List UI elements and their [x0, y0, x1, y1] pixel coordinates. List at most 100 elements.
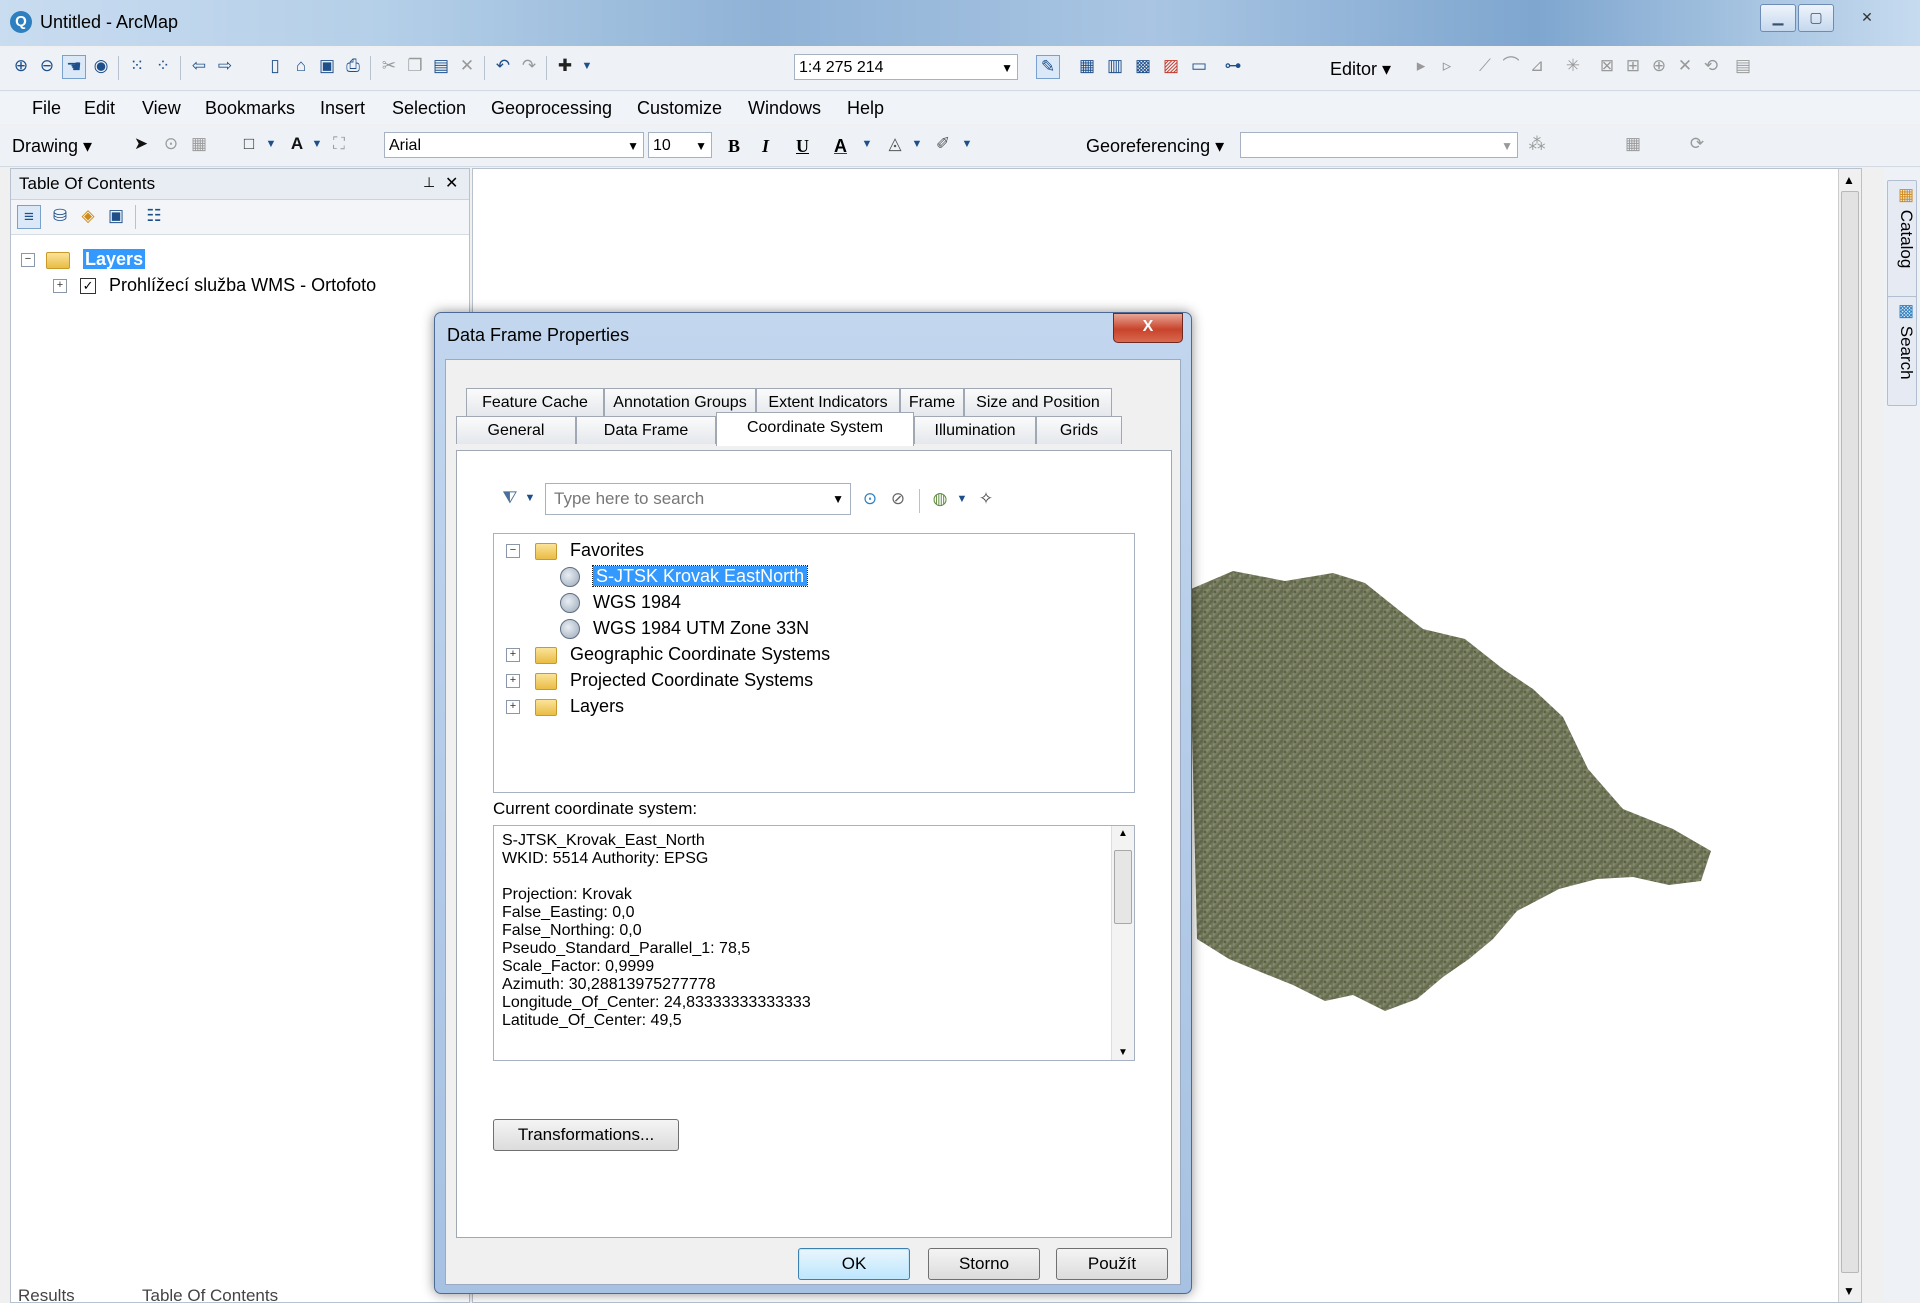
editor-toolbar-icon[interactable]: ✎ [1036, 55, 1060, 79]
zoom-out-icon[interactable]: ⊖ [36, 55, 58, 77]
add-data-icon[interactable]: ✚ [554, 55, 576, 77]
collapse-icon[interactable]: − [21, 253, 35, 268]
back-arrow-icon[interactable]: ⇦ [188, 55, 210, 77]
close-window-button[interactable]: ✕ [1836, 4, 1898, 32]
coordinate-search-input[interactable]: Type here to search ▼ [545, 483, 851, 515]
reshape-icon[interactable]: ⊞ [1622, 55, 1644, 77]
print-icon[interactable]: ⎙ [342, 55, 364, 77]
tree-geographic[interactable]: + Geographic Coordinate Systems [506, 642, 830, 666]
pin-icon[interactable]: ⊥ [423, 174, 435, 191]
forward-arrow-icon[interactable]: ⇨ [214, 55, 236, 77]
toc-close-icon[interactable]: ✕ [445, 173, 458, 193]
scroll-up-arrow-icon[interactable]: ▲ [1843, 173, 1855, 187]
select-elements-icon[interactable]: ➤ [130, 133, 152, 155]
search-window-icon[interactable]: ▩ [1132, 55, 1154, 77]
edit-annotation-icon[interactable]: ▹ [1436, 55, 1458, 77]
list-by-source-icon[interactable]: ⛁ [49, 205, 71, 227]
attributes-icon[interactable]: ▤ [1732, 55, 1754, 77]
edit-vertices-drawing-icon[interactable]: ⛶ [328, 133, 350, 155]
menu-edit[interactable]: Edit [84, 98, 115, 119]
font-color-button[interactable]: A [834, 135, 847, 157]
catalog-window-icon[interactable]: ▥ [1104, 55, 1126, 77]
pan-icon[interactable]: ☚ [62, 55, 86, 79]
fill-color-icon[interactable]: ◬ [884, 133, 906, 155]
edit-tool-icon[interactable]: ▸ [1410, 55, 1432, 77]
rotate-icon[interactable]: ⟲ [1700, 55, 1722, 77]
tab-grids[interactable]: Grids [1036, 416, 1122, 444]
toc-layers-root[interactable]: − Layers [21, 247, 146, 271]
cut-icon[interactable]: ✂ [378, 55, 400, 77]
toc-layer-row[interactable]: + ✓ Prohlížecí služba WMS - Ortofoto [53, 273, 376, 297]
add-data-dropdown-icon[interactable]: ▼ [576, 55, 598, 77]
scroll-thumb[interactable] [1841, 191, 1859, 1273]
tree-layers[interactable]: + Layers [506, 694, 624, 718]
tab-data-frame[interactable]: Data Frame [576, 416, 716, 444]
expand-icon[interactable]: + [506, 674, 520, 689]
tab-general[interactable]: General [456, 416, 576, 444]
georef-layer-combo[interactable]: ▼ [1240, 132, 1518, 158]
table-of-contents-icon[interactable]: ▦ [1076, 55, 1098, 77]
tab-coordinate-system[interactable]: Coordinate System [716, 412, 914, 446]
cancel-button[interactable]: Storno [928, 1248, 1040, 1280]
arctoolbox-icon[interactable]: ▨ [1160, 55, 1182, 77]
menu-customize[interactable]: Customize [637, 98, 722, 119]
info-scrollbar[interactable]: ▲ ▼ [1111, 826, 1134, 1060]
split-icon[interactable]: ✕ [1674, 55, 1696, 77]
menu-help[interactable]: Help [847, 98, 884, 119]
scroll-up-arrow-icon[interactable]: ▲ [1118, 828, 1128, 839]
menu-insert[interactable]: Insert [320, 98, 365, 119]
ok-button[interactable]: OK [798, 1248, 910, 1280]
map-scale-combo[interactable]: 1:4 275 214 ▼ [794, 54, 1018, 80]
paste-icon[interactable]: ▤ [430, 55, 452, 77]
italic-button[interactable]: I [762, 135, 769, 157]
scroll-down-arrow-icon[interactable]: ▼ [1118, 1047, 1128, 1058]
edit-vertices-icon[interactable]: ⊠ [1596, 55, 1618, 77]
fixed-zoom-out-icon[interactable]: ⁘ [152, 55, 174, 77]
trace-icon[interactable]: ⊿ [1526, 55, 1548, 77]
rotate-element-icon[interactable]: ⊙ [160, 133, 182, 155]
dialog-close-button[interactable]: X [1113, 313, 1183, 343]
map-vertical-scrollbar[interactable]: ▲ ▼ [1838, 169, 1861, 1302]
layer-visibility-checkbox[interactable]: ✓ [80, 278, 97, 295]
scroll-thumb[interactable] [1114, 850, 1132, 924]
add-control-points-icon[interactable]: ⁂ [1526, 133, 1548, 155]
tab-illumination[interactable]: Illumination [914, 416, 1036, 444]
tree-favorites[interactable]: − Favorites [506, 538, 644, 562]
straight-segment-icon[interactable]: ⟋ [1474, 55, 1496, 77]
underline-button[interactable]: U [796, 135, 809, 157]
python-window-icon[interactable]: ▭ [1188, 55, 1210, 77]
apply-button[interactable]: Použít [1056, 1248, 1168, 1280]
open-folder-icon[interactable]: ⌂ [290, 55, 312, 77]
tree-projected[interactable]: + Projected Coordinate Systems [506, 668, 813, 692]
menu-view[interactable]: View [142, 98, 181, 119]
catalog-side-tab[interactable]: ▦ Catalog [1887, 180, 1917, 300]
chevron-down-icon[interactable]: ▼ [832, 484, 844, 514]
add-dropdown-icon[interactable]: ▼ [951, 488, 973, 510]
menu-file[interactable]: File [32, 98, 61, 119]
zoom-to-selected-icon[interactable]: ▦ [188, 133, 210, 155]
font-color-dropdown-icon[interactable]: ▼ [856, 133, 878, 155]
line-color-dropdown-icon[interactable]: ▼ [956, 133, 978, 155]
cut-polygons-icon[interactable]: ⊕ [1648, 55, 1670, 77]
full-extent-icon[interactable]: ◉ [90, 55, 112, 77]
toc-bottom-tab[interactable]: Table Of Contents [142, 1286, 278, 1301]
text-tool-icon[interactable]: A [286, 133, 308, 155]
menu-bookmarks[interactable]: Bookmarks [205, 98, 295, 119]
add-coordinate-system-icon[interactable]: ◍ [929, 488, 951, 510]
editor-menu[interactable]: Editor ▾ [1330, 58, 1391, 80]
expand-icon[interactable]: + [506, 700, 520, 715]
search-icon[interactable]: ⊙ [859, 488, 881, 510]
clear-search-icon[interactable]: ⊘ [887, 488, 909, 510]
maximize-button[interactable]: ▢ [1798, 4, 1834, 32]
text-dropdown-icon[interactable]: ▼ [306, 133, 328, 155]
font-name-combo[interactable]: Arial ▼ [384, 132, 644, 158]
results-tab[interactable]: Results [18, 1286, 75, 1301]
add-to-favorites-icon[interactable]: ✧ [975, 488, 997, 510]
tab-feature-cache[interactable]: Feature Cache [466, 388, 604, 416]
list-by-selection-icon[interactable]: ▣ [105, 205, 127, 227]
delete-icon[interactable]: ✕ [456, 55, 478, 77]
tab-size-and-position[interactable]: Size and Position [964, 388, 1112, 416]
endpoint-arc-icon[interactable]: ⌒ [1500, 55, 1522, 77]
copy-icon[interactable]: ❐ [404, 55, 426, 77]
expand-icon[interactable]: + [506, 648, 520, 663]
